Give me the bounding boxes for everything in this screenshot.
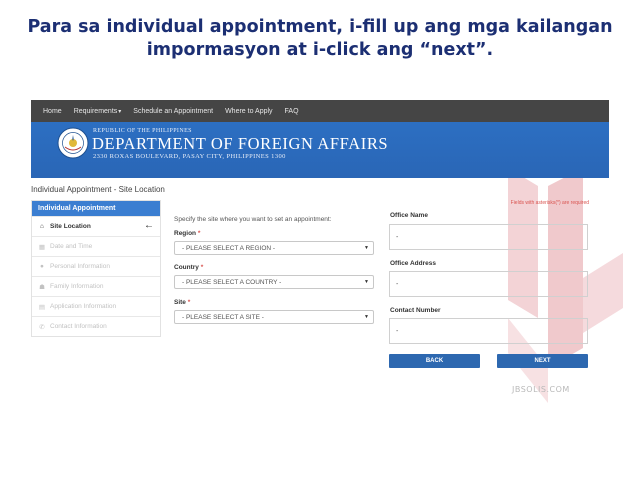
required-mark: * (197, 230, 201, 237)
home-icon: ⌂ (40, 223, 44, 230)
nav-requirements-label: Requirements (73, 107, 118, 115)
required-mark: * (187, 299, 191, 306)
sidebar-item-label: Family Information (50, 283, 104, 290)
region-select-value: - PLEASE SELECT A REGION - (182, 244, 276, 252)
region-label: Region * (174, 230, 374, 237)
site-label-text: Site (174, 299, 186, 306)
office-address-field[interactable]: - (389, 271, 588, 297)
dropdown-arrow-icon: ▼ (364, 279, 369, 285)
country-select[interactable]: - PLEASE SELECT A COUNTRY - ▼ (174, 275, 374, 289)
back-button[interactable]: BACK (389, 354, 480, 368)
sidebar-item-label: Site Location (50, 223, 91, 230)
nav-requirements[interactable]: Requirements▾ (68, 108, 128, 115)
user-icon: ● (40, 263, 44, 270)
country-label: Country * (174, 264, 374, 271)
sidebar-item-family-information[interactable]: ☗ Family Information (32, 276, 160, 296)
calendar-icon: ▦ (38, 243, 46, 251)
form-instruction: Specify the site where you want to set a… (174, 216, 332, 223)
country-label-text: Country (174, 264, 199, 271)
site-select[interactable]: - PLEASE SELECT A SITE - ▼ (174, 310, 374, 324)
card-icon: ▤ (38, 303, 46, 311)
nav-where-to-apply[interactable]: Where to Apply (219, 108, 278, 115)
caption-line-2: impormasyon at i-click ang “next”. (146, 40, 494, 60)
dfa-seal-icon (57, 127, 89, 159)
next-button[interactable]: NEXT (497, 354, 588, 368)
caption: Para sa individual appointment, i-fill u… (0, 16, 640, 62)
required-fields-note: Fields with asterisks(*) are required (510, 200, 589, 206)
contact-number-label: Contact Number (390, 307, 441, 314)
banner-department-text: DEPARTMENT OF FOREIGN AFFAIRS (92, 134, 389, 153)
nav-schedule-appointment[interactable]: Schedule an Appointment (127, 108, 219, 115)
caret-down-icon: ▾ (118, 108, 122, 115)
page-title: Individual Appointment - Site Location (31, 185, 165, 194)
dropdown-arrow-icon: ▼ (364, 245, 369, 251)
banner-address-text: 2330 ROXAS BOULEVARD, PASAY CITY, PHILIP… (93, 153, 286, 160)
site-label: Site * (174, 299, 374, 306)
office-address-label: Office Address (390, 260, 436, 267)
arrow-left-icon: ← (144, 220, 154, 231)
site-selection-form: Specify the site where you want to set a… (174, 216, 374, 324)
sidebar-item-date-and-time[interactable]: ▦ Date and Time (32, 236, 160, 256)
dfa-banner: REPUBLIC OF THE PHILIPPINES DEPARTMENT O… (31, 122, 609, 178)
sidebar-item-label: Date and Time (50, 243, 93, 250)
nav-faq[interactable]: FAQ (279, 108, 305, 115)
sidebar-item-personal-information[interactable]: ● Personal Information (32, 256, 160, 276)
contact-number-value: - (396, 327, 399, 335)
users-icon: ☗ (39, 283, 45, 291)
region-label-text: Region (174, 230, 197, 237)
office-address-value: - (396, 280, 399, 288)
sidebar-item-application-information[interactable]: ▤ Application Information (32, 296, 160, 316)
sidebar-header: Individual Appointment (32, 201, 160, 216)
office-name-label: Office Name (390, 212, 428, 219)
watermark-text: JBSOLIS.COM (512, 385, 570, 394)
top-navbar: Home Requirements▾ Schedule an Appointme… (31, 100, 609, 122)
sidebar-item-label: Contact Information (50, 323, 107, 330)
sidebar-item-label: Application Information (50, 303, 117, 310)
sidebar-item-label: Personal Information (50, 263, 110, 270)
caption-line-1: Para sa individual appointment, i-fill u… (27, 17, 613, 37)
required-mark: * (200, 264, 204, 271)
site-select-value: - PLEASE SELECT A SITE - (182, 313, 264, 321)
office-name-value: - (396, 233, 399, 241)
phone-icon: ✆ (39, 323, 45, 331)
sidebar-item-site-location[interactable]: ⌂ Site Location ← (32, 216, 160, 236)
country-select-value: - PLEASE SELECT A COUNTRY - (182, 278, 282, 286)
dropdown-arrow-icon: ▼ (364, 314, 369, 320)
office-name-field[interactable]: - (389, 224, 588, 250)
sidebar-item-contact-information[interactable]: ✆ Contact Information (32, 316, 160, 336)
dfa-website: Home Requirements▾ Schedule an Appointme… (31, 100, 609, 368)
appointment-steps-sidebar: Individual Appointment ⌂ Site Location ←… (31, 200, 161, 337)
contact-number-field[interactable]: - (389, 318, 588, 344)
region-select[interactable]: - PLEASE SELECT A REGION - ▼ (174, 241, 374, 255)
nav-home[interactable]: Home (37, 108, 68, 115)
